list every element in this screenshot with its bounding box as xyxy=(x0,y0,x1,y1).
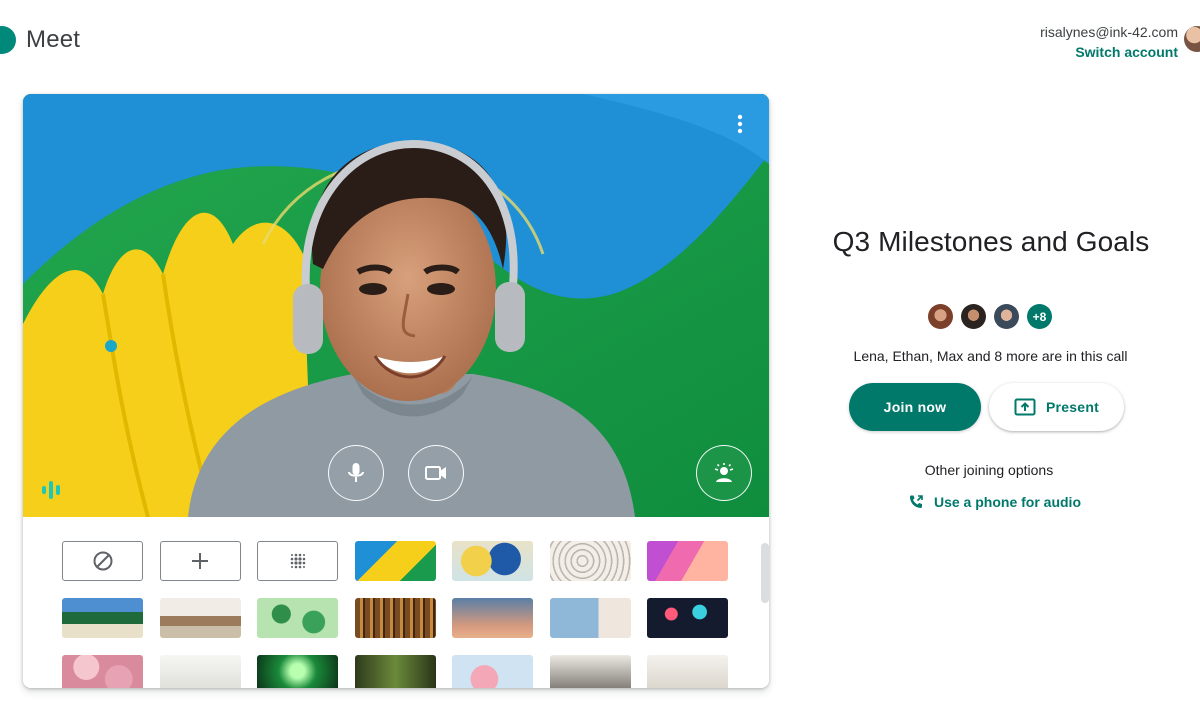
present-button[interactable]: Present xyxy=(989,383,1124,431)
meet-green-room: Meet risalynes@ink-42.com Switch account xyxy=(0,0,1200,725)
participant-avatar xyxy=(961,304,986,329)
more-participants-badge: +8 xyxy=(1027,304,1052,329)
background-thumbnail[interactable] xyxy=(647,541,728,581)
more-vert-icon xyxy=(737,114,743,134)
background-thumbnail[interactable] xyxy=(452,541,533,581)
background-thumbnail[interactable] xyxy=(647,655,728,688)
block-icon xyxy=(93,551,112,571)
blur-icon xyxy=(290,553,305,569)
background-thumbnail[interactable] xyxy=(159,598,241,638)
background-thumbnail[interactable] xyxy=(452,598,533,638)
participant-avatar xyxy=(994,304,1019,329)
present-label: Present xyxy=(1045,399,1100,415)
background-scrollbar[interactable] xyxy=(761,543,769,603)
account-avatar[interactable] xyxy=(1184,26,1200,52)
phone-audio-label: Use a phone for audio xyxy=(933,494,1081,510)
videocam-icon xyxy=(425,466,446,480)
background-grid xyxy=(62,541,728,688)
background-thumbnail[interactable] xyxy=(549,655,631,688)
background-picker xyxy=(23,517,769,688)
self-preview-card xyxy=(23,94,769,688)
background-thumbnail[interactable] xyxy=(354,541,436,581)
background-thumbnail[interactable] xyxy=(354,598,436,638)
camera-preview xyxy=(23,94,769,517)
visual-effects-icon xyxy=(714,463,734,482)
add-icon xyxy=(192,553,208,569)
add-background-option[interactable] xyxy=(159,541,241,581)
meet-logo: Meet xyxy=(0,26,80,54)
microphone-icon xyxy=(348,463,364,482)
other-joining-options: Other joining options xyxy=(924,462,1054,478)
visual-effects-button[interactable] xyxy=(696,445,752,501)
camera-toggle-button[interactable] xyxy=(408,445,464,501)
participant-avatar xyxy=(928,304,953,329)
background-thumbnail[interactable] xyxy=(354,655,436,688)
blur-option[interactable] xyxy=(257,541,338,581)
account-info: risalynes@ink-42.com Switch account xyxy=(1040,22,1178,62)
more-options-button[interactable] xyxy=(729,112,751,136)
no-effect-option[interactable] xyxy=(62,541,143,581)
account-email: risalynes@ink-42.com xyxy=(1040,24,1178,40)
in-call-text: Lena, Ethan, Max and 8 more are in this … xyxy=(853,348,1128,364)
background-thumbnail[interactable] xyxy=(62,655,143,688)
join-panel: Q3 Milestones and Goals +8 Lena, Ethan, … xyxy=(800,226,1200,510)
background-thumbnail[interactable] xyxy=(257,598,338,638)
background-thumbnail[interactable] xyxy=(62,598,143,638)
phone-forwarded-icon xyxy=(909,495,923,508)
microphone-toggle-button[interactable] xyxy=(328,445,384,501)
background-thumbnail[interactable] xyxy=(257,655,338,688)
participant-avatars: +8 xyxy=(780,304,1200,329)
meeting-title: Q3 Milestones and Goals xyxy=(832,226,1150,257)
background-thumbnail[interactable] xyxy=(159,655,241,688)
switch-account-link[interactable]: Switch account xyxy=(1040,42,1178,62)
background-thumbnail[interactable] xyxy=(647,598,728,638)
background-thumbnail[interactable] xyxy=(452,655,533,688)
join-now-button[interactable]: Join now xyxy=(849,383,981,431)
present-to-all-icon xyxy=(1014,398,1036,416)
audio-level-indicator xyxy=(41,479,63,504)
join-actions: Join now Present xyxy=(849,383,1200,431)
phone-audio-link[interactable]: Use a phone for audio xyxy=(789,494,1200,510)
background-thumbnail[interactable] xyxy=(549,541,631,581)
background-thumbnail[interactable] xyxy=(549,598,631,638)
app-name: Meet xyxy=(26,26,81,53)
meet-logo-icon xyxy=(0,26,16,54)
audio-level-icon xyxy=(42,481,60,499)
camera-preview-image xyxy=(23,94,769,517)
